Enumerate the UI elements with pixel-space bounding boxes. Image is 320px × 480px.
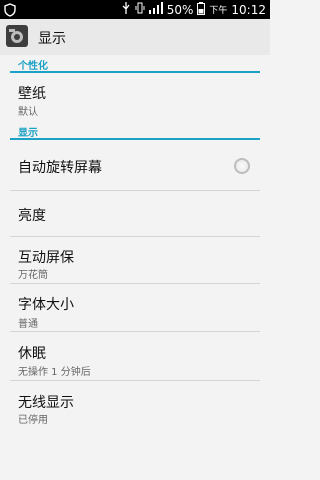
action-bar: 显示 [0,19,270,55]
section-divider [10,138,260,140]
section-divider [10,71,260,73]
clock: 10:12 [231,2,266,17]
setting-wireless-display[interactable]: 无线显示 已停用 [0,381,270,429]
signal-icon [148,2,163,17]
setting-brightness[interactable]: 亮度 [0,191,270,236]
page-title: 显示 [38,31,66,47]
section-label: 个性化 [18,61,48,72]
auto-rotate-checkbox[interactable] [234,158,250,174]
section-label: 显示 [18,128,38,139]
item-summary: 已停用 [18,415,48,426]
ampm-label: 下午 [209,6,228,16]
item-title: 亮度 [18,208,46,224]
setting-wallpaper[interactable]: 壁纸 默认 [0,78,270,120]
item-title: 字体大小 [18,297,74,313]
item-title: 互动屏保 [18,250,74,266]
item-summary: 默认 [18,107,38,118]
setting-daydream[interactable]: 互动屏保 万花筒 [0,237,270,283]
setting-font-size[interactable]: 字体大小 普通 [0,284,270,331]
section-header-display: 显示 [0,124,270,140]
status-bar: 50% 下午 10:12 [0,0,270,19]
battery-percent: 50% [166,2,194,17]
item-summary: 万花筒 [18,270,48,281]
setting-auto-rotate[interactable]: 自动旋转屏幕 [0,145,270,190]
item-title: 无线显示 [18,395,74,411]
setting-sleep[interactable]: 休眠 无操作 1 分钟后 [0,332,270,380]
section-header-personal: 个性化 [0,57,270,73]
battery-icon [197,1,206,18]
usb-icon [121,2,131,17]
display-settings-icon[interactable] [6,25,28,47]
item-title: 自动旋转屏幕 [18,160,102,176]
item-title: 壁纸 [18,86,46,102]
item-summary: 普通 [18,319,38,330]
vibrate-icon [135,2,145,17]
item-title: 休眠 [18,346,46,362]
item-summary: 无操作 1 分钟后 [18,367,91,378]
